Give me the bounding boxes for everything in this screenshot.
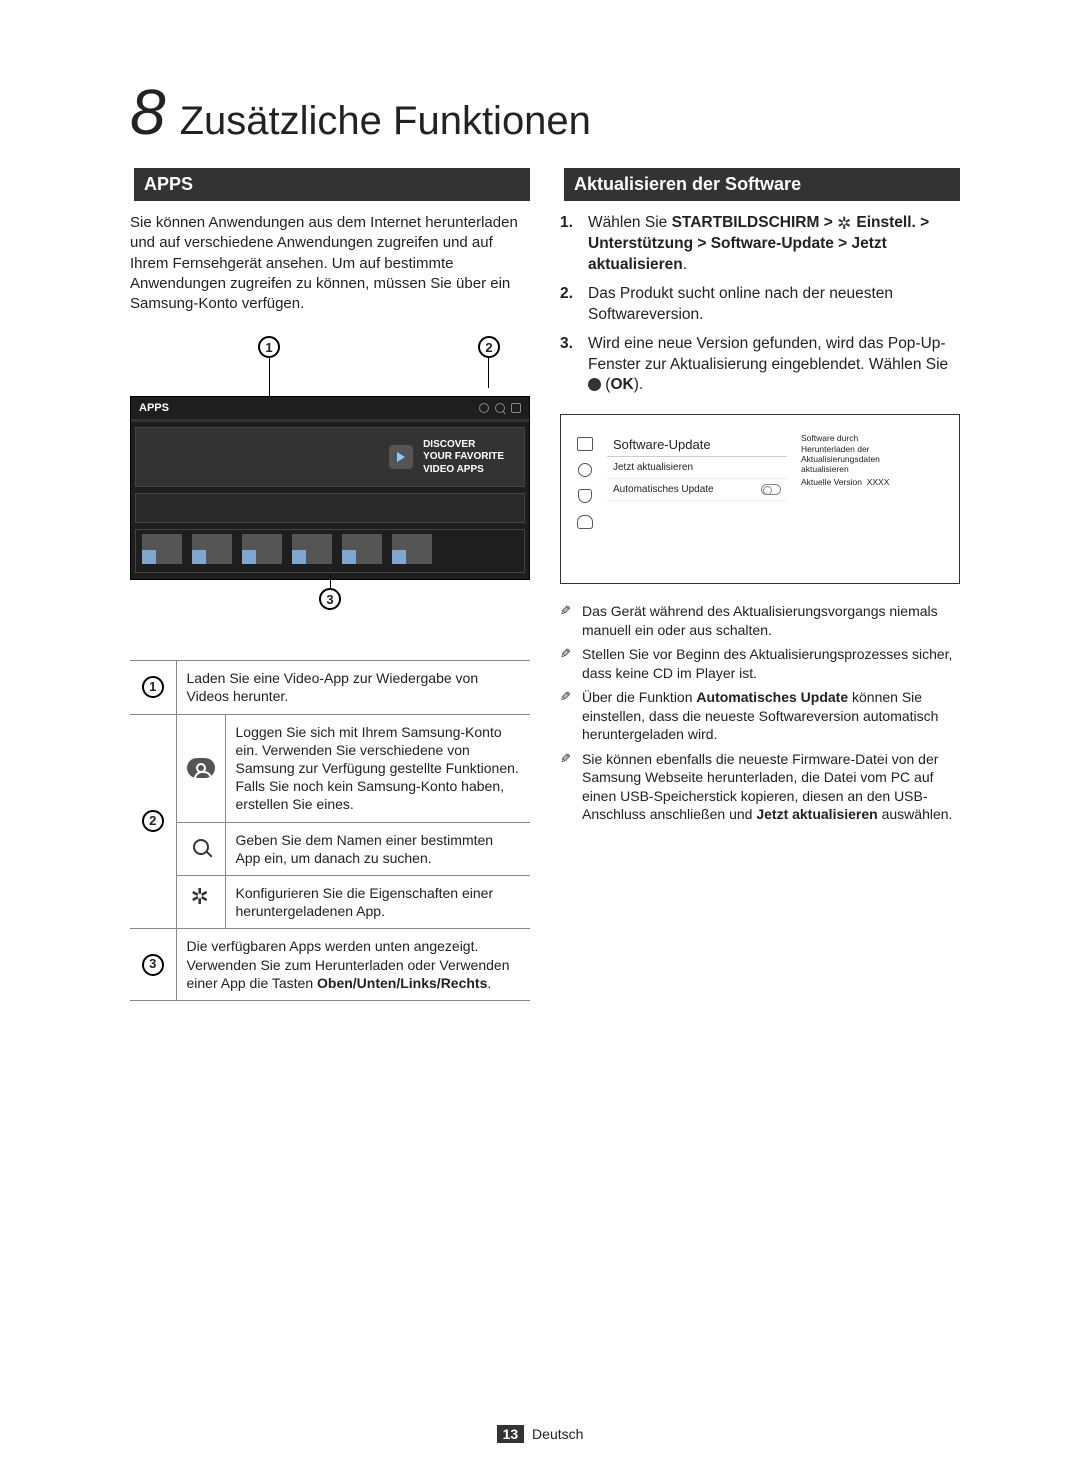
step1-post: . (683, 256, 687, 273)
featured-line2: YOUR FAVORITE (423, 451, 504, 462)
step-1: Wählen Sie STARTBILDSCHIRM > Einstell. >… (560, 213, 960, 276)
section-heading-apps: APPS (130, 168, 530, 201)
section-heading-software: Aktualisieren der Software (560, 168, 960, 201)
picture-icon[interactable] (577, 437, 593, 451)
sound-icon[interactable] (578, 463, 592, 477)
note-4: Sie können ebenfalls die neueste Firmwar… (560, 750, 960, 824)
legend-row-3-post: . (487, 975, 491, 991)
legend-row-2c: Konfigurieren Sie die Eigenschaften eine… (225, 875, 530, 928)
apps-title: APPS (139, 402, 169, 414)
gear-icon (192, 891, 210, 909)
gear-icon (837, 215, 852, 230)
app-tile[interactable] (192, 534, 232, 564)
user-icon[interactable] (479, 403, 489, 413)
chapter-title: Zusätzliche Funktionen (180, 99, 591, 144)
legend-row-2a: Loggen Sie sich mit Ihrem Samsung-Konto … (225, 714, 530, 822)
legend-table: 1 Laden Sie eine Video-App zur Wiedergab… (130, 660, 530, 1001)
step3-pre: Wird eine neue Version gefunden, wird da… (588, 335, 948, 373)
callout-1: 1 (258, 336, 280, 358)
note4-bold: Jetzt aktualisieren (756, 806, 877, 822)
toggle-icon[interactable] (761, 484, 781, 495)
note4-post: auswählen. (878, 806, 953, 822)
sw-version-label: Aktuelle Version (801, 477, 862, 487)
step3-ok: OK (610, 376, 633, 393)
step1-pre: Wählen Sie (588, 214, 672, 231)
leader-line (488, 358, 489, 388)
search-icon (193, 839, 209, 855)
sw-version-value: XXXX (867, 477, 890, 487)
sw-desc-l1: Software durch (801, 433, 949, 443)
note-3: Über die Funktion Automatisches Update k… (560, 688, 960, 743)
app-tile[interactable] (292, 534, 332, 564)
gear-icon[interactable] (511, 403, 521, 413)
sw-item-update-now[interactable]: Jetzt aktualisieren (607, 457, 787, 479)
app-tile[interactable] (142, 534, 182, 564)
settings-sidebar (571, 433, 599, 529)
sw-item2-label: Automatisches Update (613, 484, 714, 495)
note-1: Das Gerät während des Aktualisierungsvor… (560, 602, 960, 639)
settings-list: Software-Update Jetzt aktualisieren Auto… (607, 433, 787, 529)
sw-desc-l4: aktualisieren (801, 464, 949, 474)
legend-num-1: 1 (142, 676, 164, 698)
legend-row-2b: Geben Sie dem Namen einer bestimmten App… (225, 822, 530, 875)
sw-item-auto-update[interactable]: Automatisches Update (607, 479, 787, 501)
page-number: 13 (497, 1425, 525, 1443)
sw-item1-label: Jetzt aktualisieren (613, 462, 693, 473)
legend-num-3: 3 (142, 954, 164, 976)
callout-2: 2 (478, 336, 500, 358)
apps-screenshot: APPS DISCOVER YOUR FAVORITE VIDEO APPS (130, 396, 530, 580)
legend-num-2: 2 (142, 810, 164, 832)
step-2: Das Produkt sucht online nach der neuest… (560, 284, 960, 326)
sw-list-title: Software-Update (607, 433, 787, 457)
user-icon (187, 758, 215, 778)
featured-banner[interactable]: DISCOVER YOUR FAVORITE VIDEO APPS (135, 427, 525, 487)
page-language: Deutsch (532, 1426, 583, 1442)
app-tile[interactable] (342, 534, 382, 564)
note3-bold: Automatisches Update (696, 689, 848, 705)
step1-bold1: STARTBILDSCHIRM > (672, 214, 837, 231)
legend-row-3: Die verfügbaren Apps werden unten angeze… (176, 929, 530, 1001)
callout-3: 3 (319, 588, 341, 610)
chapter-number: 8 (130, 80, 166, 144)
notes-list: Das Gerät während des Aktualisierungsvor… (560, 602, 960, 823)
sw-description: Software durch Herunterladen der Aktuali… (795, 433, 949, 529)
sw-desc-l2: Herunterladen der (801, 444, 949, 454)
featured-line1: DISCOVER (423, 439, 475, 450)
leader-line (330, 574, 331, 588)
legend-row-1: Laden Sie eine Video-App zur Wiedergabe … (176, 661, 530, 714)
step3-post: ). (634, 376, 643, 393)
app-tile[interactable] (242, 534, 282, 564)
play-icon (389, 445, 413, 469)
featured-line3: VIDEO APPS (423, 464, 484, 475)
legend-row-3-bold: Oben/Unten/Links/Rechts (317, 975, 487, 991)
app-row[interactable] (135, 493, 525, 523)
app-tile[interactable] (392, 534, 432, 564)
step-3: Wird eine neue Version gefunden, wird da… (560, 334, 960, 397)
apps-intro: Sie können Anwendungen aus dem Internet … (130, 213, 530, 314)
page-footer: 13 Deutsch (0, 1425, 1080, 1443)
chapter-header: 8 Zusätzliche Funktionen (130, 80, 960, 144)
broadcast-icon[interactable] (578, 489, 592, 503)
note3-pre: Über die Funktion (582, 689, 696, 705)
app-tiles (135, 529, 525, 573)
sw-desc-l3: Aktualisierungsdaten (801, 454, 949, 464)
note-2: Stellen Sie vor Beginn des Aktualisierun… (560, 645, 960, 682)
cloud-icon[interactable] (577, 515, 593, 529)
software-update-panel: Software-Update Jetzt aktualisieren Auto… (560, 414, 960, 584)
apps-figure: 1 2 APPS (130, 336, 530, 620)
enter-icon (588, 378, 601, 391)
search-icon[interactable] (495, 403, 505, 413)
update-steps: Wählen Sie STARTBILDSCHIRM > Einstell. >… (560, 213, 960, 396)
